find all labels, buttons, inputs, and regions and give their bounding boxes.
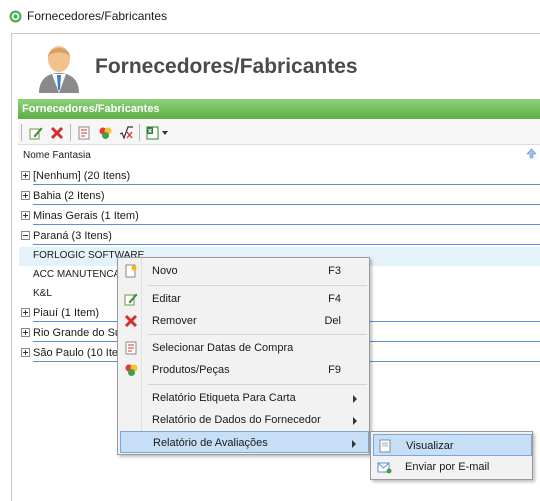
group-row[interactable]: Paraná (3 Itens) bbox=[19, 227, 540, 246]
page-header: Fornecedores/Fabricantes bbox=[12, 34, 540, 98]
group-label: Paraná (3 Itens) bbox=[33, 230, 112, 242]
panel-title-bar: Fornecedores/Fabricantes bbox=[18, 99, 540, 119]
menu-item-label: Relatório de Avaliações bbox=[153, 437, 268, 449]
app-icon bbox=[9, 10, 22, 23]
menu-shortcut: F3 bbox=[328, 265, 341, 277]
group-row[interactable]: Bahia (2 Itens) bbox=[19, 187, 540, 206]
group-divider bbox=[33, 204, 540, 205]
menu-item-label: Enviar por E-mail bbox=[405, 461, 490, 473]
toolbar-grip bbox=[21, 124, 22, 141]
expand-icon[interactable] bbox=[21, 328, 30, 337]
toolbar-separator bbox=[139, 124, 140, 141]
toolbar bbox=[18, 120, 540, 145]
group-label: Minas Gerais (1 Item) bbox=[33, 210, 139, 222]
group-divider bbox=[33, 184, 540, 185]
calendar-icon bbox=[123, 340, 139, 356]
group-label: Rio Grande do Sul bbox=[33, 327, 124, 339]
title-bar: Fornecedores/Fabricantes bbox=[0, 0, 540, 33]
page-title: Fornecedores/Fabricantes bbox=[95, 55, 358, 78]
group-divider bbox=[33, 244, 540, 245]
group-label: Piauí (1 Item) bbox=[33, 307, 100, 319]
menu-item-label: Produtos/Peças bbox=[152, 364, 230, 376]
expand-icon[interactable] bbox=[21, 191, 30, 200]
products-icon bbox=[123, 362, 139, 378]
submenu-arrow-icon bbox=[353, 395, 357, 403]
formula-button[interactable] bbox=[117, 124, 135, 141]
edit-icon bbox=[123, 291, 139, 307]
email-icon bbox=[376, 459, 392, 475]
menu-item-selecionar-datas[interactable]: Selecionar Datas de Compra bbox=[120, 337, 369, 359]
chevron-down-icon bbox=[162, 130, 168, 135]
delete-icon bbox=[50, 126, 64, 139]
sort-icon[interactable] bbox=[526, 148, 537, 159]
expand-icon[interactable] bbox=[21, 211, 30, 220]
column-header-nome-fantasia[interactable]: Nome Fantasia bbox=[18, 146, 540, 165]
new-button[interactable] bbox=[27, 124, 45, 141]
person-icon bbox=[39, 46, 79, 93]
panel-title: Fornecedores/Fabricantes bbox=[22, 103, 160, 115]
group-label: [Nenhum] (20 Itens) bbox=[33, 170, 131, 182]
menu-item-label: Remover bbox=[152, 315, 197, 327]
menu-separator bbox=[148, 334, 367, 335]
group-row[interactable]: [Nenhum] (20 Itens) bbox=[19, 167, 540, 186]
menu-item-novo[interactable]: Novo F3 bbox=[120, 260, 369, 282]
expand-icon[interactable] bbox=[21, 171, 30, 180]
menu-item-remover[interactable]: Remover Del bbox=[120, 310, 369, 332]
group-divider bbox=[33, 224, 540, 225]
menu-item-relatorio-dados[interactable]: Relatório de Dados do Fornecedor bbox=[120, 409, 369, 431]
group-label: São Paulo (10 Iten bbox=[33, 347, 125, 359]
row-label: ACC MANUTENCA bbox=[33, 269, 121, 280]
menu-item-visualizar[interactable]: Visualizar bbox=[373, 434, 532, 456]
menu-item-relatorio-avaliacoes[interactable]: Relatório de Avaliações bbox=[120, 431, 369, 453]
group-row[interactable]: Minas Gerais (1 Item) bbox=[19, 207, 540, 226]
group-label: Bahia (2 Itens) bbox=[33, 190, 105, 202]
submenu-arrow-icon bbox=[353, 417, 357, 425]
menu-item-editar[interactable]: Editar F4 bbox=[120, 288, 369, 310]
menu-item-relatorio-etiqueta[interactable]: Relatório Etiqueta Para Carta bbox=[120, 387, 369, 409]
menu-item-label: Editar bbox=[152, 293, 181, 305]
menu-shortcut: F9 bbox=[328, 364, 341, 376]
excel-export-button[interactable] bbox=[144, 124, 170, 141]
preview-icon bbox=[377, 438, 393, 454]
window-title: Fornecedores/Fabricantes bbox=[27, 9, 168, 23]
menu-item-label: Visualizar bbox=[406, 440, 454, 452]
formula-icon bbox=[119, 125, 133, 140]
menu-separator bbox=[148, 285, 367, 286]
remove-icon bbox=[123, 313, 139, 329]
products-icon bbox=[99, 127, 111, 139]
dates-button[interactable] bbox=[75, 124, 93, 141]
menu-shortcut: F4 bbox=[328, 293, 341, 305]
dates-icon bbox=[78, 126, 90, 139]
menu-item-label: Selecionar Datas de Compra bbox=[152, 342, 294, 354]
menu-item-label: Relatório Etiqueta Para Carta bbox=[152, 392, 296, 404]
new-icon bbox=[123, 263, 139, 279]
new-icon bbox=[29, 127, 43, 139]
menu-item-label: Relatório de Dados do Fornecedor bbox=[152, 414, 321, 426]
submenu-arrow-icon bbox=[352, 440, 356, 448]
expand-icon[interactable] bbox=[21, 308, 30, 317]
menu-item-enviar-email[interactable]: Enviar por E-mail bbox=[373, 456, 532, 478]
submenu: Visualizar Enviar por E-mail bbox=[370, 431, 533, 480]
menu-separator bbox=[148, 384, 367, 385]
products-button[interactable] bbox=[96, 124, 114, 141]
collapse-icon[interactable] bbox=[21, 231, 30, 240]
expand-icon[interactable] bbox=[21, 348, 30, 357]
row-label: K&L bbox=[33, 288, 52, 299]
column-header-label: Nome Fantasia bbox=[23, 150, 91, 161]
delete-button[interactable] bbox=[48, 124, 66, 141]
menu-item-produtos-pecas[interactable]: Produtos/Peças F9 bbox=[120, 359, 369, 381]
menu-shortcut: Del bbox=[324, 315, 341, 327]
toolbar-separator bbox=[70, 124, 71, 141]
context-menu: Novo F3 Editar F4 Remover Del Selecionar… bbox=[117, 257, 370, 455]
excel-export-icon bbox=[146, 126, 159, 139]
menu-item-label: Novo bbox=[152, 265, 178, 277]
